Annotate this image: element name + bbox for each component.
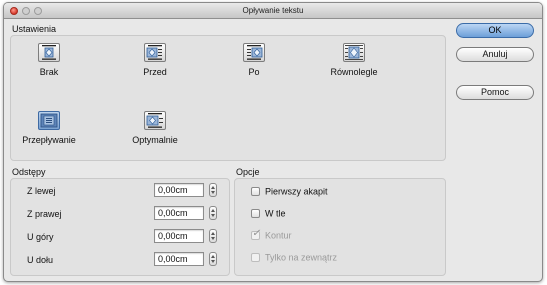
contour-option: ✓ Kontur	[251, 228, 292, 242]
options-group: Pierwszy akapit W tle ✓ Kontur Tylko na z…	[234, 178, 446, 276]
wrap-option-label: Równolegle	[330, 67, 378, 77]
wrap-dialog: Opływanie tekstu Ustawienia Brak Przed P…	[3, 2, 543, 282]
contour-checkbox: ✓	[251, 228, 261, 241]
wrap-option-label: Po	[248, 67, 260, 77]
top-spacing-input[interactable]: 0,00cm	[154, 229, 204, 243]
left-spacing-input[interactable]: 0,00cm	[154, 183, 204, 197]
wrap-parallel-icon	[343, 43, 365, 62]
top-spacing-label: U góry	[27, 232, 54, 242]
background-option[interactable]: W tle	[251, 208, 286, 220]
help-button[interactable]: Pomoc	[456, 85, 534, 100]
spacing-group: Z lewej 0,00cm Z prawej 0,00cm U góry 0,…	[10, 178, 230, 276]
wrap-option-label: Brak	[39, 67, 59, 77]
wrap-option-after[interactable]: Po	[219, 43, 289, 77]
bottom-spacing-input[interactable]: 0,00cm	[154, 252, 204, 266]
first-paragraph-label: Pierwszy akapit	[265, 186, 328, 197]
checkmark-icon: ✓	[252, 228, 261, 240]
outside-only-checkbox	[251, 253, 260, 263]
first-paragraph-option[interactable]: Pierwszy akapit	[251, 186, 328, 198]
contour-label: Kontur	[265, 230, 292, 241]
background-label: W tle	[265, 208, 286, 219]
wrap-option-label: Przepływanie	[22, 135, 76, 145]
options-group-label: Opcje	[236, 167, 260, 177]
wrap-option-none[interactable]: Brak	[14, 43, 84, 77]
outside-only-label: Tylko na zewnątrz	[265, 252, 338, 263]
right-spacing-label: Z prawej	[27, 209, 62, 219]
bottom-spacing-stepper[interactable]	[209, 252, 217, 266]
wrap-after-icon	[243, 43, 265, 62]
window-title: Opływanie tekstu	[242, 6, 304, 15]
wrap-option-label: Optymalnie	[132, 135, 178, 145]
wrap-option-through[interactable]: Przepływanie	[14, 111, 84, 145]
right-spacing-stepper[interactable]	[209, 206, 217, 220]
left-spacing-stepper[interactable]	[209, 183, 217, 197]
background-checkbox[interactable]	[251, 209, 260, 219]
wrap-option-before[interactable]: Przed	[120, 43, 190, 77]
wrap-through-icon	[38, 111, 60, 130]
wrap-option-optimal[interactable]: Optymalnie	[120, 111, 190, 145]
first-paragraph-checkbox[interactable]	[251, 187, 260, 197]
bottom-spacing-label: U dołu	[27, 255, 54, 265]
wrap-before-icon	[144, 43, 166, 62]
wrap-optimal-icon	[144, 111, 166, 130]
cancel-button[interactable]: Anuluj	[456, 47, 534, 62]
wrap-option-parallel[interactable]: Równolegle	[319, 43, 389, 77]
left-spacing-label: Z lewej	[27, 186, 56, 196]
wrap-option-label: Przed	[143, 67, 167, 77]
ok-button[interactable]: OK	[456, 23, 534, 38]
wrap-none-icon	[38, 43, 60, 62]
title-bar[interactable]: Opływanie tekstu	[4, 3, 542, 19]
settings-group-label: Ustawienia	[12, 24, 57, 34]
outside-only-option: Tylko na zewnątrz	[251, 252, 337, 264]
settings-group: Brak Przed Po Równolegle Przepływanie Op…	[10, 35, 446, 161]
top-spacing-stepper[interactable]	[209, 229, 217, 243]
right-spacing-input[interactable]: 0,00cm	[154, 206, 204, 220]
spacing-group-label: Odstępy	[12, 167, 46, 177]
